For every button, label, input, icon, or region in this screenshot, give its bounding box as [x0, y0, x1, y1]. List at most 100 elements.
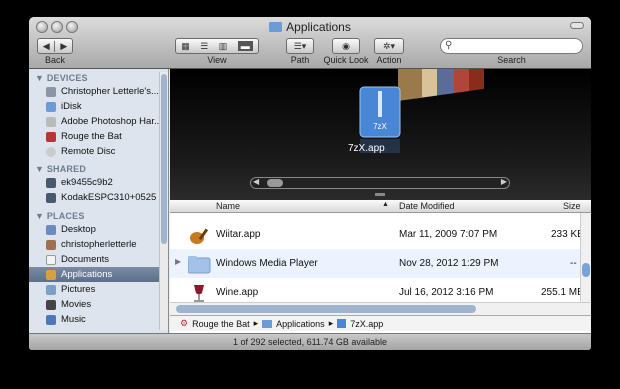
sidebar-item-music[interactable]: Music: [29, 312, 159, 327]
path-label: Path: [290, 55, 310, 65]
quick-look-label: Quick Look: [323, 55, 369, 65]
path-separator-icon: ▸: [253, 318, 259, 328]
sidebar-item-photoshop[interactable]: Adobe Photoshop Har...: [29, 114, 159, 129]
sidebar-item-rouge[interactable]: Rouge the Bat: [29, 129, 159, 144]
scroll-left-arrow-icon[interactable]: ◀: [253, 177, 259, 186]
back-forward-buttons[interactable]: ◀ │ ▶: [37, 38, 73, 54]
movies-icon: [46, 299, 56, 310]
back-label: Back: [44, 55, 65, 65]
file-row-windows-media-player[interactable]: ▶ Windows Media Player Nov 28, 2012 1:29…: [170, 249, 580, 278]
app-icon: [337, 319, 347, 328]
pictures-icon: [46, 284, 56, 295]
cover-flow-scroll-thumb[interactable]: [267, 179, 283, 187]
path-bar: ⚙ Rouge the Bat ▸ Applications ▸ 7zX.app: [170, 315, 591, 331]
window-title: Applications: [29, 20, 591, 34]
sidebar-item-desktop[interactable]: Desktop: [29, 222, 159, 237]
folder-icon: [188, 256, 211, 274]
sidebar-item-idisk[interactable]: iDisk: [29, 99, 159, 114]
list-view-icon[interactable]: ☰: [200, 41, 208, 52]
folder-icon: [269, 22, 283, 32]
column-view-icon[interactable]: ▥: [219, 41, 228, 52]
path-item-applications[interactable]: Applications: [276, 319, 325, 329]
eye-icon: ◉: [342, 40, 350, 51]
documents-icon: [46, 254, 56, 265]
forward-arrow-icon[interactable]: ▶: [60, 41, 67, 52]
action-button[interactable]: ✲▾: [374, 38, 404, 54]
music-icon: [46, 314, 56, 325]
folder-icon: [262, 319, 273, 328]
icon-view-icon[interactable]: ▦: [181, 41, 190, 52]
sidebar-item-pictures[interactable]: Pictures: [29, 282, 159, 297]
path-item-rouge[interactable]: Rouge the Bat: [192, 319, 250, 329]
view-mode-buttons[interactable]: ▦ ☰ ▥ ▬: [175, 38, 259, 54]
quick-look-button[interactable]: ◉: [332, 38, 360, 54]
column-size[interactable]: Size: [563, 201, 581, 211]
search-input[interactable]: ⚲: [440, 38, 583, 54]
column-date-modified[interactable]: Date Modified: [399, 201, 455, 211]
sidebar-scroll-thumb[interactable]: [161, 74, 167, 244]
search-label: Search: [497, 55, 526, 65]
applications-icon: [46, 269, 56, 280]
guitar-icon: [190, 228, 209, 244]
wine-glass-icon: [194, 285, 204, 302]
path-item-7zx[interactable]: 7zX.app: [350, 319, 383, 329]
monitor-icon: [46, 192, 56, 203]
view-label: View: [207, 55, 227, 65]
file-size: --: [570, 258, 577, 269]
sidebar-item-documents[interactable]: Documents: [29, 252, 159, 267]
disc-icon: [46, 146, 56, 157]
monitor-icon: [46, 177, 56, 188]
list-vertical-scroll-thumb[interactable]: [582, 263, 590, 277]
disk-icon: [46, 116, 56, 127]
status-bar: 1 of 292 selected, 611.74 GB available: [29, 333, 591, 350]
sidebar-item-movies[interactable]: Movies: [29, 297, 159, 312]
scroll-right-arrow-icon[interactable]: ▶: [501, 177, 507, 186]
computer-icon: [46, 86, 56, 97]
file-row-wiitar[interactable]: Wiitar.app Mar 11, 2009 7:07 PM 233 KB: [170, 220, 584, 249]
file-size: 255.1 MB: [541, 287, 584, 298]
list-horizontal-scroll-thumb[interactable]: [176, 305, 476, 313]
toolbar-toggle-button[interactable]: [570, 22, 584, 29]
home-icon: [46, 239, 56, 250]
disclosure-triangle-icon[interactable]: ▶: [175, 257, 181, 266]
sidebar-header-shared: ▼ SHARED: [35, 164, 87, 174]
sidebar-item-computer[interactable]: Christopher Letterle's...: [29, 84, 159, 99]
sidebar: ▼ DEVICES Christopher Letterle's... iDis…: [29, 69, 169, 333]
sidebar-header-places: ▼ PLACES: [35, 211, 85, 221]
sidebar-item-remote-disc[interactable]: Remote Disc: [29, 144, 159, 159]
file-date: Jul 16, 2012 3:16 PM: [399, 287, 494, 298]
file-date: Mar 11, 2009 7:07 PM: [399, 229, 498, 240]
cover-flow-view-icon[interactable]: ▬: [237, 41, 253, 51]
cover-stack: [398, 69, 484, 101]
sidebar-item-applications[interactable]: Applications: [29, 267, 159, 282]
list-header: Name ▲ Date Modified Size: [170, 200, 591, 213]
cover-flow-label: 7zX.app: [348, 143, 385, 154]
action-label: Action: [376, 55, 402, 65]
file-date: Nov 28, 2012 1:29 PM: [399, 258, 499, 269]
svg-text:7zX: 7zX: [373, 122, 387, 131]
column-name[interactable]: Name: [216, 201, 240, 211]
drive-icon: ⚙: [180, 318, 189, 328]
sidebar-item-kodak[interactable]: KodakESPC310+0525: [29, 190, 159, 205]
path-button[interactable]: ☰▾: [286, 38, 314, 54]
path-separator-icon: ▸: [328, 318, 334, 328]
drive-icon: [46, 131, 56, 142]
file-name: Wiitar.app: [216, 229, 261, 240]
file-name: Wine.app: [216, 287, 259, 298]
toolbar: Applications ◀ │ ▶ Back ▦ ☰ ▥ ▬ View ☰▾ …: [29, 17, 591, 69]
idisk-icon: [46, 101, 56, 112]
cover-flow[interactable]: 7zX 7zX.app ◀ ▶: [170, 69, 591, 200]
sidebar-item-ek9455[interactable]: ek9455c9b2: [29, 175, 159, 190]
finder-window: Applications ◀ │ ▶ Back ▦ ☰ ▥ ▬ View ☰▾ …: [29, 17, 591, 350]
cover-flow-scrollbar[interactable]: ◀ ▶: [250, 177, 510, 189]
list-horizontal-scrollbar[interactable]: [170, 302, 591, 315]
sidebar-scrollbar[interactable]: [159, 72, 168, 330]
desktop-icon: [46, 224, 56, 235]
back-arrow-icon[interactable]: ◀: [43, 41, 50, 52]
sidebar-item-home[interactable]: christopherletterle: [29, 237, 159, 252]
sidebar-header-devices: ▼ DEVICES: [35, 73, 88, 83]
list-vertical-scrollbar[interactable]: [580, 213, 591, 302]
sort-indicator-icon: ▲: [382, 201, 389, 208]
splitter-handle[interactable]: [375, 193, 385, 196]
file-size: 233 KB: [551, 229, 584, 240]
